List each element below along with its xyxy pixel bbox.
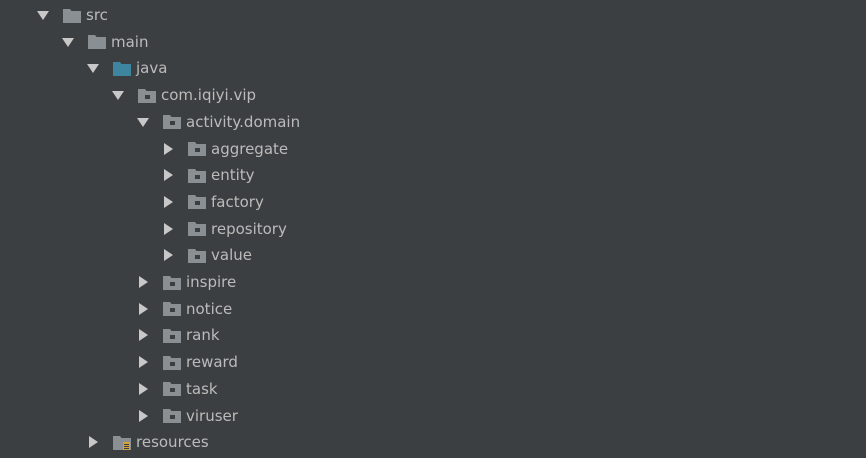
tree-node-label: rank xyxy=(186,326,220,345)
package-folder-icon xyxy=(138,88,156,103)
package-folder-icon xyxy=(188,221,206,237)
tree-node-label: java xyxy=(136,59,168,78)
tree-node-label: com.iqiyi.vip xyxy=(161,86,257,105)
tree-node-label: main xyxy=(111,32,149,51)
tree-node-factory[interactable]: factory xyxy=(162,189,264,215)
expand-arrow-icon[interactable] xyxy=(137,382,149,395)
tree-node-com-iqiyi-vip[interactable]: com.iqiyi.vip xyxy=(112,82,256,108)
expand-arrow-icon[interactable] xyxy=(162,195,174,208)
package-folder-icon xyxy=(188,248,206,263)
tree-node-aggregate[interactable]: aggregate xyxy=(162,136,288,162)
tree-node-label: entity xyxy=(211,166,255,185)
package-folder-icon xyxy=(163,328,181,343)
expand-arrow-icon[interactable] xyxy=(137,302,149,315)
tree-node-label: activity.domain xyxy=(186,112,301,131)
source-root-folder-icon xyxy=(113,61,131,76)
tree-node-label: reward xyxy=(186,353,238,372)
expand-arrow-icon[interactable] xyxy=(137,356,149,369)
tree-node-resources[interactable]: resources xyxy=(87,429,209,455)
tree-node-java[interactable]: java xyxy=(87,55,167,81)
package-folder-icon xyxy=(163,275,181,290)
tree-node-label: notice xyxy=(186,299,233,318)
package-folder-icon xyxy=(188,194,206,210)
expand-arrow-icon[interactable] xyxy=(137,409,149,422)
tree-node-label: repository xyxy=(211,219,287,238)
tree-node-label: src xyxy=(86,6,108,24)
tree-node-repository[interactable]: repository xyxy=(162,216,287,242)
expand-arrow-icon[interactable] xyxy=(37,9,49,21)
expand-arrow-icon[interactable] xyxy=(62,36,74,48)
package-folder-icon xyxy=(188,168,206,183)
project-tree: src main java com.iqiyi.vip activity.dom… xyxy=(0,0,866,458)
tree-node-label: aggregate xyxy=(211,139,289,158)
package-folder-icon xyxy=(163,114,181,130)
package-folder-icon xyxy=(163,408,181,423)
expand-arrow-icon[interactable] xyxy=(162,249,174,262)
package-folder-icon xyxy=(188,141,206,156)
expand-arrow-icon[interactable] xyxy=(112,89,124,101)
folder-icon xyxy=(88,34,106,50)
expand-arrow-icon[interactable] xyxy=(87,436,99,449)
tree-node-reward[interactable]: reward xyxy=(137,349,238,375)
tree-node-label: factory xyxy=(211,192,264,211)
package-folder-icon xyxy=(163,381,181,397)
expand-arrow-icon[interactable] xyxy=(137,116,149,128)
resources-folder-icon xyxy=(113,435,131,450)
tree-node-value[interactable]: value xyxy=(162,242,252,268)
tree-node-label: resources xyxy=(136,433,209,452)
expand-arrow-icon[interactable] xyxy=(137,276,149,288)
package-folder-icon xyxy=(163,355,181,370)
tree-node-label: task xyxy=(186,379,218,398)
expand-arrow-icon[interactable] xyxy=(87,62,99,74)
tree-node-rank[interactable]: rank xyxy=(137,322,220,348)
package-folder-icon xyxy=(163,301,181,317)
tree-node-label: value xyxy=(211,246,252,265)
tree-node-activity-domain[interactable]: activity.domain xyxy=(137,109,300,135)
tree-node-label: inspire xyxy=(186,273,237,291)
expand-arrow-icon[interactable] xyxy=(162,169,174,182)
tree-node-inspire[interactable]: inspire xyxy=(137,269,236,295)
tree-node-entity[interactable]: entity xyxy=(162,162,255,188)
tree-node-task[interactable]: task xyxy=(137,376,218,402)
tree-node-src[interactable]: src xyxy=(37,2,108,28)
expand-arrow-icon[interactable] xyxy=(162,222,174,235)
tree-node-notice[interactable]: notice xyxy=(137,296,232,322)
tree-node-main[interactable]: main xyxy=(62,29,148,55)
tree-node-label: viruser xyxy=(186,406,238,425)
folder-icon xyxy=(63,8,81,23)
tree-node-viruser[interactable]: viruser xyxy=(137,403,238,429)
expand-arrow-icon[interactable] xyxy=(137,329,149,342)
expand-arrow-icon[interactable] xyxy=(162,142,174,155)
